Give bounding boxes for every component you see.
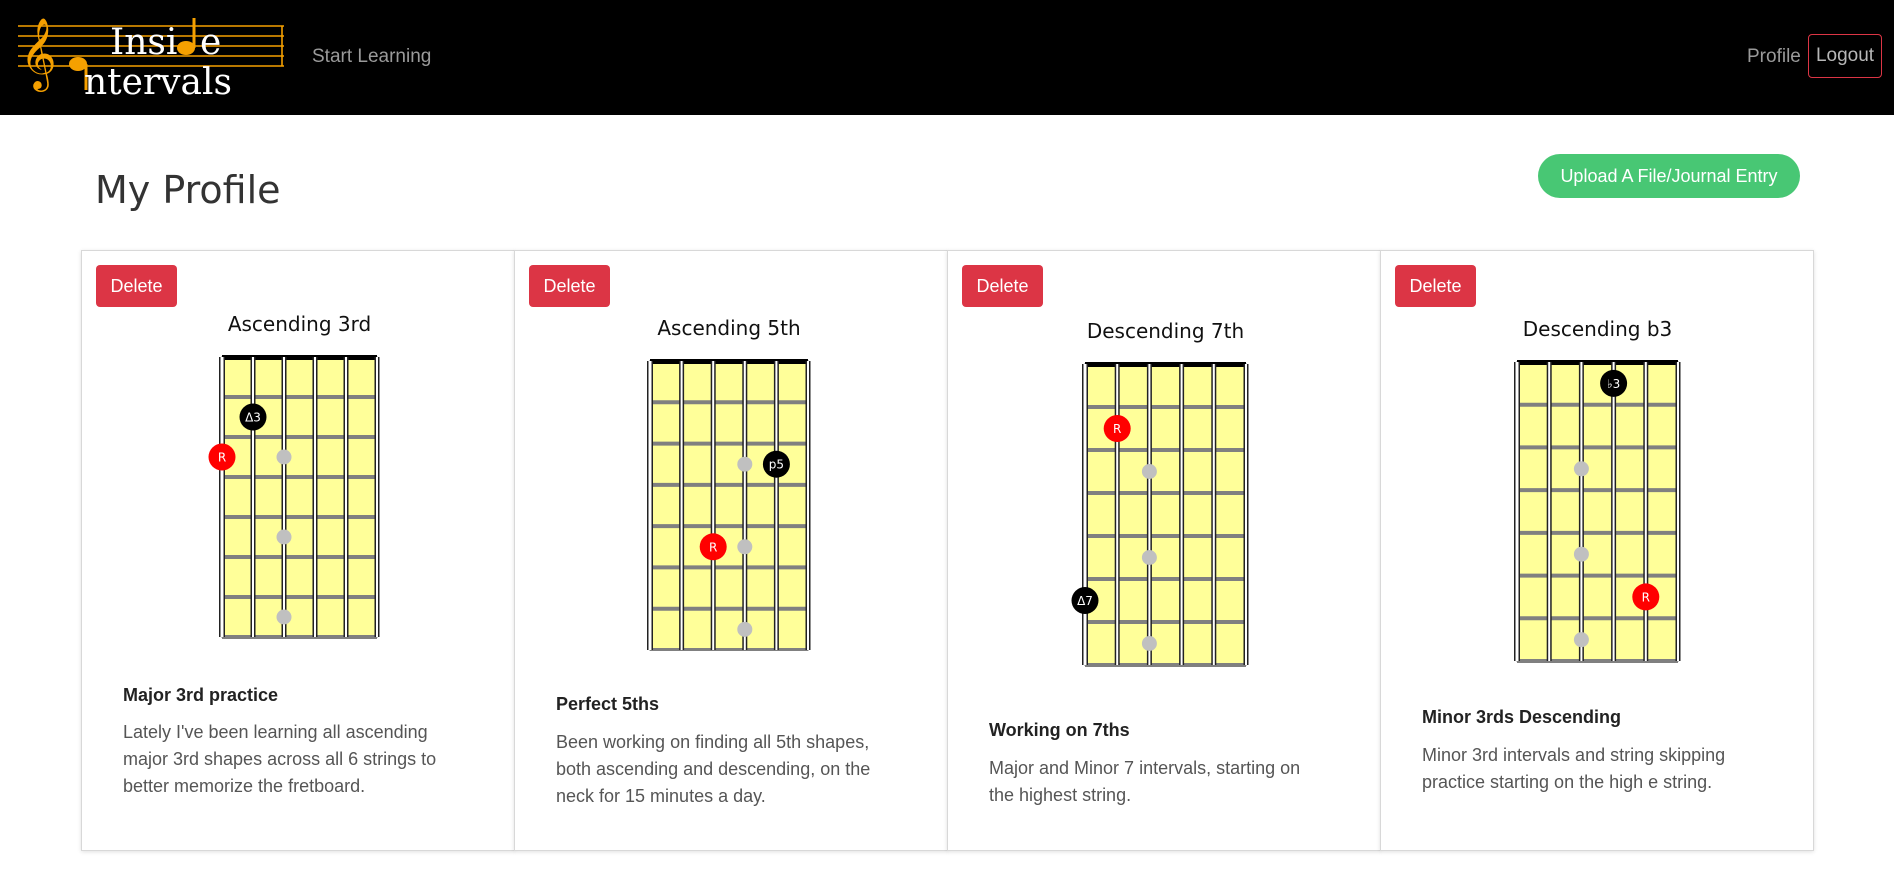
journal-card: Delete Ascending 3rd Δ3 R Major 3rd practi… xyxy=(81,250,515,851)
inside-intervals-logo[interactable]: 𝄞 Insi e ntervals xyxy=(18,12,284,100)
note-label: ♭3 xyxy=(1607,377,1620,391)
upload-journal-entry-button[interactable]: Upload A File/Journal Entry xyxy=(1538,154,1800,198)
note-label: Δ7 xyxy=(1077,594,1093,608)
brand-line2: ntervals xyxy=(84,62,232,100)
note-label: R xyxy=(1113,422,1121,436)
nut xyxy=(222,355,377,360)
note-label: R xyxy=(218,451,226,465)
entry-description: Major and Minor 7 intervals, starting on… xyxy=(989,758,1301,805)
note-dot xyxy=(1141,464,1157,479)
note-dot xyxy=(737,456,753,472)
fretboard xyxy=(1516,361,1679,662)
logout-button[interactable]: Logout xyxy=(1808,34,1882,78)
fretboard xyxy=(1084,363,1247,666)
diagram-title: Descending b3 xyxy=(1523,317,1673,341)
note-dot xyxy=(737,539,753,555)
entry-description: Lately I've been learning all ascending … xyxy=(123,722,437,796)
navbar: 𝄞 Insi e ntervals Start Learning Profile… xyxy=(0,0,1894,115)
entry-title: Major 3rd practice xyxy=(123,685,279,705)
note-label: R xyxy=(709,540,717,554)
diagram-title: Descending 7th xyxy=(1087,319,1244,343)
entry-description: Minor 3rd intervals and string skipping … xyxy=(1422,745,1726,792)
note-dot xyxy=(737,621,753,637)
entry-title: Perfect 5ths xyxy=(556,694,660,714)
nut xyxy=(1085,362,1246,367)
note-dot xyxy=(1141,636,1157,651)
fretboard-diagram: Descending b3 ♭3 R xyxy=(1514,317,1681,663)
nut xyxy=(650,359,808,364)
fretboard xyxy=(649,360,809,651)
note-label: p5 xyxy=(769,458,784,472)
fretboard-diagram: Ascending 5th p5 R xyxy=(647,316,811,651)
fretboard-diagram: Descending 7th R Δ7 xyxy=(1071,319,1249,667)
note-label: Δ3 xyxy=(245,411,261,425)
note-dot xyxy=(1573,461,1589,477)
entry-title: Minor 3rds Descending xyxy=(1422,707,1622,727)
fretboard-diagram: Ascending 3rd Δ3 R xyxy=(208,312,380,639)
note-dot xyxy=(1141,550,1157,565)
note-dot xyxy=(1573,632,1589,648)
note-label: R xyxy=(1642,590,1650,604)
nav-profile[interactable]: Profile xyxy=(1747,46,1801,68)
diagram-title: Ascending 5th xyxy=(657,316,800,340)
svg-text:𝄞: 𝄞 xyxy=(20,16,57,92)
note-dot xyxy=(1573,546,1589,562)
nav-start-learning[interactable]: Start Learning xyxy=(312,46,431,68)
journal-card: Delete Ascending 5th p5 R Perfect 5ths Bee… xyxy=(514,250,948,851)
brand-line1: Insi xyxy=(110,22,177,63)
brand-line1-tail: e xyxy=(200,22,221,63)
note-dot xyxy=(276,449,292,465)
note-dot xyxy=(276,609,292,625)
journal-card: Delete Descending b3 ♭3 R Minor 3rds Desce… xyxy=(1380,250,1814,851)
entry-description: Been working on finding all 5th shapes, … xyxy=(556,732,871,806)
note-dot xyxy=(276,529,292,545)
diagram-title: Ascending 3rd xyxy=(228,312,371,336)
entry-title: Working on 7ths xyxy=(989,720,1130,740)
journal-card: Delete Descending 7th R Δ7 Working on 7ths… xyxy=(947,250,1381,851)
nut xyxy=(1517,360,1678,365)
page-title: My Profile xyxy=(95,168,281,212)
